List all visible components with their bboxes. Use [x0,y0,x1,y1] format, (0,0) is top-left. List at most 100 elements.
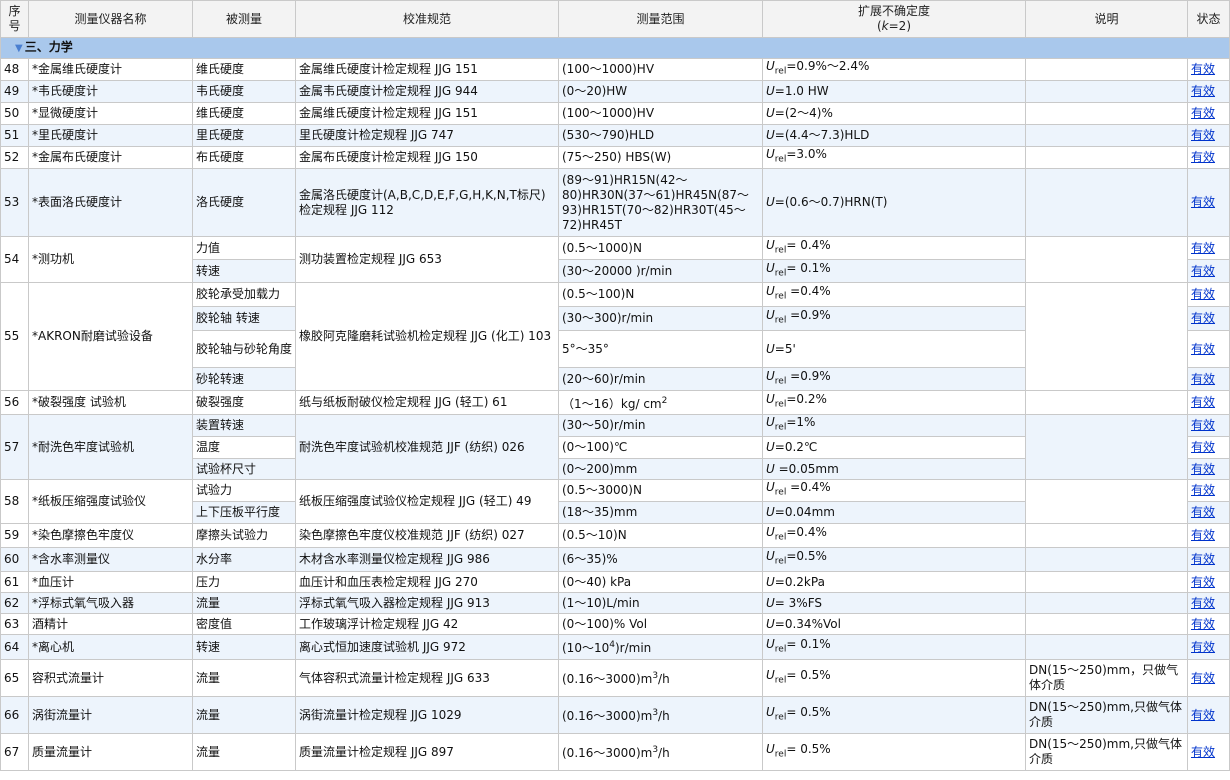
table-cell: 52 [0,146,29,169]
table-cell [1025,236,1188,283]
status-link[interactable]: 有效 [1191,440,1215,454]
table-cell: U=0.2kPa [762,571,1026,593]
table-cell: *血压计 [28,571,193,593]
status-link[interactable]: 有效 [1191,528,1215,542]
table-cell: 61 [0,571,29,593]
status-link[interactable]: 有效 [1191,596,1215,610]
status-link[interactable]: 有效 [1191,617,1215,631]
status-link[interactable]: 有效 [1191,62,1215,76]
status-link[interactable]: 有效 [1191,575,1215,589]
table-cell: *染色摩擦色牢度仪 [28,523,193,548]
table-cell: 纸板压缩强度试验仪检定规程 JJG (轻工) 49 [295,479,559,524]
status-link[interactable]: 有效 [1191,342,1215,356]
table-row: 60 *含水率测量仪 水分率 木材含水率测量仪检定规程 JJG 986 (6～35)% … [0,547,1230,572]
table-cell [1025,58,1188,81]
table-row: 55 *AKRON耐磨试验设备 胶轮承受加载力 橡胶阿克隆磨耗试验机检定规程 JJG… [0,282,1230,391]
table-cell: 60 [0,547,29,572]
table-cell: (0～40) kPa [558,571,763,593]
table-cell: (30～300)r/min [558,306,763,331]
status-link[interactable]: 有效 [1191,195,1215,209]
status-link[interactable]: 有效 [1191,418,1215,432]
table-cell: 有效 [1187,102,1230,125]
table-cell: U=(2～4)% [762,102,1026,125]
table-cell [1025,592,1188,614]
table-cell: Urel= 0.1% [762,634,1026,660]
table-cell: DN(15～250)mm,只做气体介质 [1025,696,1188,734]
table-row: 49 *韦氏硬度计 韦氏硬度 金属韦氏硬度计检定规程 JJG 944 (0～20)HW … [0,80,1230,103]
table-cell: 温度 [192,436,296,459]
section-toggle[interactable]: ▼ 三、力学 [0,37,1230,59]
table-cell: 涡街流量计 [28,696,193,734]
status-link[interactable]: 有效 [1191,552,1215,566]
table-cell: DN(15～250)mm，只做气体介质 [1025,659,1188,697]
table-cell [1025,571,1188,593]
collapse-triangle-icon[interactable]: ▼ [15,43,23,54]
table-cell: 装置转速 [192,414,296,437]
table-cell: Urel =0.9% [762,306,1026,331]
table-cell [1025,282,1188,391]
table-cell: 橡胶阿克隆磨耗试验机检定规程 JJG (化工) 103 [295,282,559,391]
status-link[interactable]: 有效 [1191,671,1215,685]
table-cell: 66 [0,696,29,734]
table-cell: 51 [0,124,29,147]
col-quantity: 被测量 [192,0,296,38]
table-cell: (0～20)HW [558,80,763,103]
table-cell: (0～200)mm [558,458,763,480]
table-cell: 有效 [1187,592,1230,614]
table-row: 66 涡街流量计 流量 涡街流量计检定规程 JJG 1029 (0.16～3000)m… [0,696,1230,734]
status-link[interactable]: 有效 [1191,708,1215,722]
table-cell: 有效 [1187,390,1230,415]
table-cell: 质量流量计检定规程 JJG 897 [295,733,559,771]
table-cell: 维氏硬度 [192,58,296,81]
table-cell: 试验杯尺寸 [192,458,296,480]
status-link[interactable]: 有效 [1191,395,1215,409]
status-link[interactable]: 有效 [1191,505,1215,519]
table-cell: U=1.0 HW [762,80,1026,103]
table-cell: 62 [0,592,29,614]
table-cell: Urel =0.4% [762,282,1026,307]
table-cell: 有效 [1187,330,1230,368]
table-cell: 压力 [192,571,296,593]
table-cell: DN(15～250)mm,只做气体介质 [1025,733,1188,771]
status-link[interactable]: 有效 [1191,106,1215,120]
table-cell: 有效 [1187,168,1230,237]
col-range: 测量范围 [558,0,763,38]
table-cell: 水分率 [192,547,296,572]
table-cell [1025,168,1188,237]
table-cell [1025,102,1188,125]
status-link[interactable]: 有效 [1191,264,1215,278]
status-link[interactable]: 有效 [1191,483,1215,497]
status-link[interactable]: 有效 [1191,287,1215,301]
status-link[interactable]: 有效 [1191,84,1215,98]
table-row: 54 *测功机 力值 测功装置检定规程 JJG 653 (0.5～1000)N Ure… [0,236,1230,283]
table-cell: (100～1000)HV [558,58,763,81]
table-cell: 有效 [1187,146,1230,169]
table-cell: 有效 [1187,306,1230,331]
status-link[interactable]: 有效 [1191,462,1215,476]
status-link[interactable]: 有效 [1191,311,1215,325]
col-no: 序号 [0,0,29,38]
table-cell: (100～1000)HV [558,102,763,125]
table-cell: *表面洛氏硬度计 [28,168,193,237]
table-cell: （1～16）kg/ cm2 [558,390,763,415]
table-cell: 有效 [1187,282,1230,307]
status-link[interactable]: 有效 [1191,372,1215,386]
status-link[interactable]: 有效 [1191,745,1215,759]
table-cell: 49 [0,80,29,103]
table-cell: 50 [0,102,29,125]
table-row: 52 *金属布氏硬度计 布氏硬度 金属布氏硬度计检定规程 JJG 150 (75～250… [0,146,1230,169]
status-link[interactable]: 有效 [1191,241,1215,255]
table-cell: *破裂强度 试验机 [28,390,193,415]
status-link[interactable]: 有效 [1191,150,1215,164]
table-cell: 65 [0,659,29,697]
table-cell [1025,479,1188,524]
status-link[interactable]: 有效 [1191,640,1215,654]
table-cell: 流量 [192,592,296,614]
status-link[interactable]: 有效 [1191,128,1215,142]
table-header: 序号 测量仪器名称 被测量 校准规范 测量范围 扩展不确定度 (k=2) 说明 状… [0,0,1230,38]
table-cell: 测功装置检定规程 JJG 653 [295,236,559,283]
table-cell: 金属韦氏硬度计检定规程 JJG 944 [295,80,559,103]
table-cell [1025,634,1188,660]
table-cell: (75～250) HBS(W) [558,146,763,169]
table-cell: U=(0.6～0.7)HRN(T) [762,168,1026,237]
